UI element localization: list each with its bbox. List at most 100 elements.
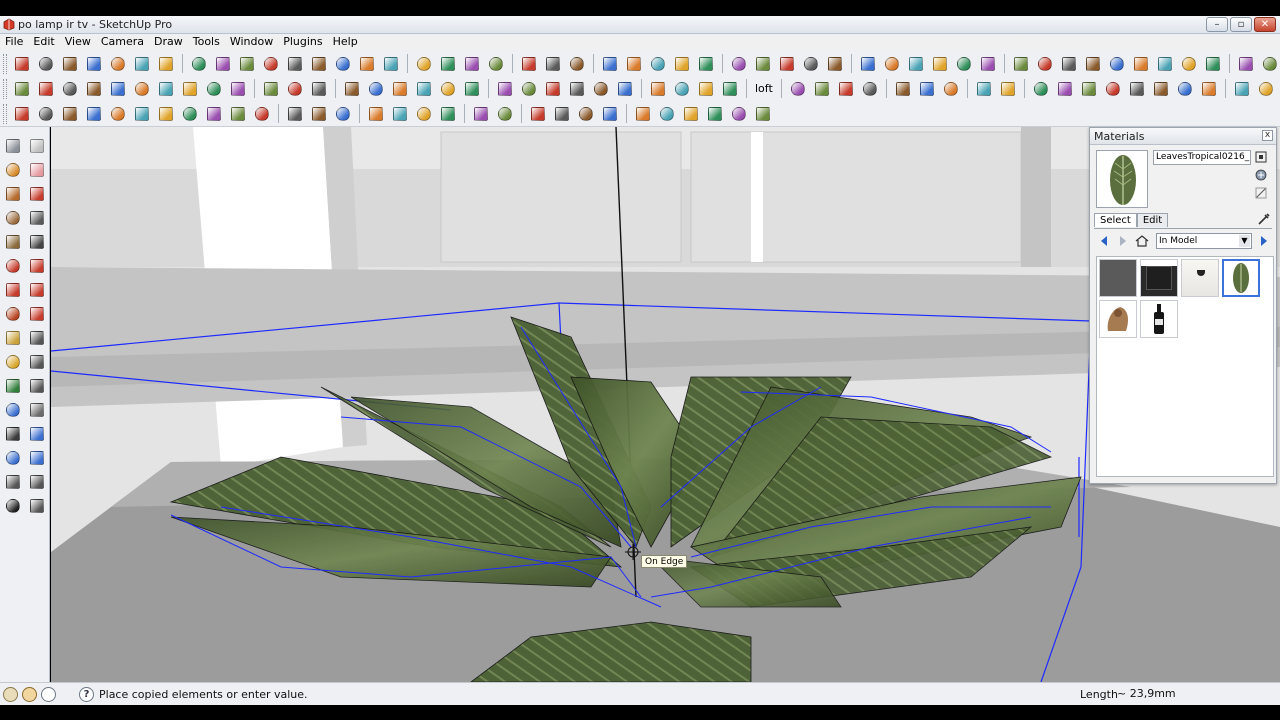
toolbar-tool-icon[interactable] [36,79,56,99]
display-secondary-pane-icon[interactable] [1254,150,1268,164]
toolbar-tool-icon[interactable] [1260,54,1280,74]
toolbar-tool-icon[interactable] [189,54,209,74]
move-icon[interactable] [2,255,24,277]
toolbar-tool-icon[interactable] [180,79,200,99]
menu-camera[interactable]: Camera [96,34,149,50]
toolbar-tool-icon[interactable] [414,104,434,124]
toolbar-tool-icon[interactable] [1203,54,1223,74]
toolbar-tool-icon[interactable] [414,79,434,99]
toolbar-tool-icon[interactable] [633,104,653,124]
toolbar-tool-icon[interactable] [108,54,128,74]
material-name-field[interactable]: LeavesTropical0216_1_S [1153,150,1251,165]
toolbar-tool-icon[interactable] [1083,54,1103,74]
toolbar-grip[interactable] [3,78,7,99]
toolbar-tool-icon[interactable] [357,54,377,74]
circle-icon[interactable] [2,207,24,229]
toolbar-tool-icon[interactable] [812,79,832,99]
toolbar-tool-icon[interactable] [648,79,668,99]
toolbar-tool-icon[interactable] [543,54,563,74]
toolbar-tool-icon[interactable] [882,54,902,74]
toolbar-tool-icon[interactable] [390,79,410,99]
toolbar-tool-icon[interactable] [954,54,974,74]
toolbar-tool-icon[interactable] [228,104,248,124]
scale-icon[interactable] [2,303,24,325]
toolbar-tool-icon[interactable] [930,54,950,74]
freehand-icon[interactable] [26,231,48,253]
toolbar-tool-icon[interactable] [1151,79,1171,99]
toolbar-tool-icon[interactable] [438,79,458,99]
toolbar-tool-icon[interactable] [1175,79,1195,99]
toolbar-tool-icon[interactable] [309,54,329,74]
toolbar-tool-icon[interactable] [471,104,491,124]
forward-arrow-icon[interactable] [1115,234,1131,248]
section-plane-icon[interactable] [26,495,48,517]
toolbar-tool-icon[interactable] [462,79,482,99]
toolbar-tool-icon[interactable] [132,54,152,74]
back-arrow-icon[interactable] [1096,234,1112,248]
restore-button[interactable]: ▫ [1230,17,1252,32]
toolbar-tool-icon[interactable] [462,54,482,74]
push-pull-icon[interactable] [26,255,48,277]
sample-paint-eyedropper-icon[interactable] [1257,212,1271,226]
minimize-button[interactable]: – [1206,17,1228,32]
toolbar-tool-icon[interactable] [615,79,635,99]
toolbar-tool-icon[interactable] [261,79,281,99]
dimension-icon[interactable] [26,327,48,349]
menu-window[interactable]: Window [225,34,278,50]
toolbar-tool-icon[interactable] [801,54,821,74]
tab-edit[interactable]: Edit [1136,213,1169,227]
toolbar-tool-icon[interactable] [729,54,749,74]
position-camera-icon[interactable] [2,471,24,493]
material-swatch-black-appliance[interactable] [1140,259,1178,297]
toolbar-tool-icon[interactable] [1079,79,1099,99]
toolbar-tool-icon[interactable] [1236,54,1256,74]
toolbar-grip[interactable] [3,53,7,74]
menu-plugins[interactable]: Plugins [278,34,327,50]
toolbar-tool-icon[interactable] [1055,79,1075,99]
toolbar-tool-icon[interactable] [941,79,961,99]
paint-bucket-icon[interactable] [2,159,24,181]
toolbar-tool-icon[interactable] [600,54,620,74]
toolbar-tool-icon[interactable] [342,79,362,99]
toolbar-tool-icon[interactable] [204,79,224,99]
toolbar-tool-icon[interactable] [906,54,926,74]
toolbar-tool-icon[interactable] [1131,54,1151,74]
toolbar-tool-icon[interactable] [414,54,434,74]
zoom-icon[interactable] [2,423,24,445]
toolbar-tool-icon[interactable] [156,79,176,99]
toolbar-tool-icon[interactable] [858,54,878,74]
toolbar-tool-icon[interactable] [567,79,587,99]
toolbar-tool-icon[interactable] [705,104,725,124]
follow-me-icon[interactable] [26,279,48,301]
toolbar-tool-icon[interactable] [836,79,856,99]
toolbar-tool-icon[interactable] [204,104,224,124]
toolbar-tool-icon[interactable] [777,54,797,74]
text-icon[interactable] [26,351,48,373]
previous-view-icon[interactable] [26,447,48,469]
toolbar-tool-icon[interactable] [381,54,401,74]
loft-tool-button[interactable]: loft [755,82,773,95]
material-swatch-wood-figure[interactable] [1099,300,1137,338]
orbit-icon[interactable] [2,399,24,421]
toolbar-tool-icon[interactable] [84,54,104,74]
toolbar-tool-icon[interactable] [788,79,808,99]
toolbar-tool-icon[interactable] [1011,54,1031,74]
rotate-icon[interactable] [2,279,24,301]
toolbar-tool-icon[interactable] [1127,79,1147,99]
select-icon[interactable] [2,135,24,157]
rectangle-icon[interactable] [2,183,24,205]
menu-help[interactable]: Help [328,34,363,50]
toolbar-tool-icon[interactable] [543,79,563,99]
menu-file[interactable]: File [0,34,28,50]
toolbar-tool-icon[interactable] [696,54,716,74]
arc-icon[interactable] [26,207,48,229]
toolbar-tool-icon[interactable] [495,79,515,99]
home-icon[interactable] [1134,234,1150,248]
toolbar-grip[interactable] [3,103,7,124]
toolbar-tool-icon[interactable] [36,54,56,74]
toolbar-tool-icon[interactable] [519,79,539,99]
toolbar-tool-icon[interactable] [893,79,913,99]
toolbar-tool-icon[interactable] [753,54,773,74]
toolbar-tool-icon[interactable] [285,79,305,99]
material-swatch-wine-bottle[interactable] [1140,300,1178,338]
